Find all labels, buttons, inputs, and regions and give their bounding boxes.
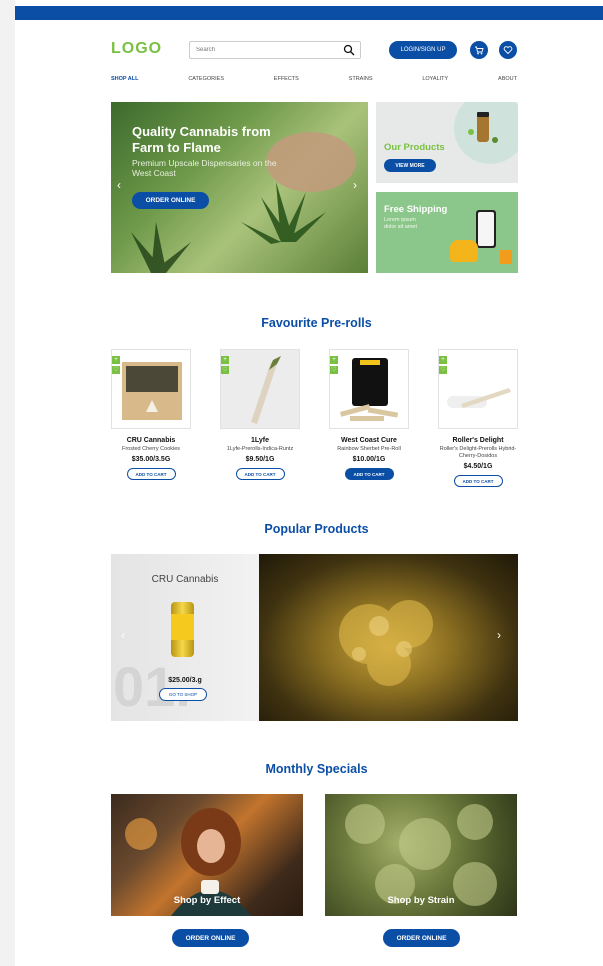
view-more-button[interactable]: VIEW MORE bbox=[384, 159, 436, 172]
add-plus-icon[interactable]: + bbox=[221, 356, 229, 364]
popular-product-brand: CRU Cannabis bbox=[151, 574, 219, 585]
hero-prev-arrow-icon[interactable]: ‹ bbox=[117, 178, 121, 192]
shop-by-strain-card[interactable]: Shop by Strain bbox=[325, 794, 517, 916]
nav-about[interactable]: ABOUT bbox=[498, 76, 517, 82]
nav-strains[interactable]: STRAINS bbox=[349, 76, 373, 82]
parcel-image bbox=[500, 250, 512, 264]
free-shipping-title: Free Shipping bbox=[384, 204, 448, 215]
add-to-cart-button[interactable]: ADD TO CART bbox=[235, 468, 285, 480]
hero-banner: Quality Cannabis from Farm to Flame Prem… bbox=[111, 102, 368, 273]
wishlist-heart-icon[interactable]: ♡ bbox=[221, 366, 229, 374]
free-shipping-promo[interactable]: Free Shipping Lorem ipsum dolor sit amet bbox=[376, 192, 518, 273]
our-products-title: Our Products bbox=[384, 142, 445, 153]
product-name[interactable]: 1Lyfe bbox=[220, 437, 300, 444]
main-nav: SHOP ALL CATEGORIES EFFECTS STRAINS LOYA… bbox=[111, 76, 517, 82]
heart-icon bbox=[503, 46, 513, 55]
strain-order-online-button[interactable]: ORDER ONLINE bbox=[383, 929, 460, 947]
popular-product-panel: 01. CRU Cannabis $25.00/3.g GO TO SHOP ‹ bbox=[111, 554, 259, 721]
product-card[interactable]: + ♡ Roller's Delight Roller's Delight-Pr… bbox=[438, 349, 518, 487]
product-price: $9.50/1G bbox=[245, 456, 275, 463]
product-name[interactable]: CRU Cannabis bbox=[111, 437, 191, 444]
popular-products-title: Popular Products bbox=[264, 522, 369, 536]
product-name[interactable]: West Coast Cure bbox=[329, 437, 409, 444]
product-card[interactable]: + ♡ 1Lyfe 1Lyfe-Prerolls-Indica-Runtz $9… bbox=[220, 349, 300, 480]
monthly-specials-title: Monthly Specials bbox=[265, 762, 368, 776]
add-plus-icon[interactable]: + bbox=[439, 356, 447, 364]
nav-categories[interactable]: CATEGORIES bbox=[188, 76, 224, 82]
product-image[interactable]: + ♡ bbox=[329, 349, 409, 429]
wishlist-heart-icon[interactable]: ♡ bbox=[112, 366, 120, 374]
preroll-joint-image bbox=[251, 356, 281, 424]
cart-icon bbox=[475, 46, 484, 55]
nav-effects[interactable]: EFFECTS bbox=[274, 76, 299, 82]
product-description: Frosted Cherry Cookies bbox=[121, 446, 181, 452]
our-products-promo[interactable]: Our Products VIEW MORE bbox=[376, 102, 518, 183]
shop-by-effect-card[interactable]: Shop by Effect bbox=[111, 794, 303, 916]
hero-title: Quality Cannabis from Farm to Flame bbox=[132, 124, 271, 155]
product-description: Rainbow Sherbet Pre-Roll bbox=[337, 446, 401, 452]
product-description: 1Lyfe-Prerolls-Indica-Runtz bbox=[226, 446, 294, 452]
nav-loyality[interactable]: LOYALITY bbox=[422, 76, 448, 82]
favourite-prerolls-title: Favourite Pre-rolls bbox=[261, 316, 372, 330]
product-price: $35.00/3.5G bbox=[131, 456, 171, 463]
product-image[interactable]: + ♡ bbox=[438, 349, 518, 429]
hero-subtitle: Premium Upscale Dispensaries on the West… bbox=[132, 158, 277, 178]
logo[interactable]: LOGO bbox=[111, 40, 162, 58]
popular-next-arrow-icon[interactable]: › bbox=[497, 628, 501, 642]
rollers-delight-joint-image bbox=[447, 388, 511, 408]
shop-by-strain-label[interactable]: Shop by Strain bbox=[325, 895, 517, 906]
wishlist-heart-icon[interactable]: ♡ bbox=[330, 366, 338, 374]
add-plus-icon[interactable]: + bbox=[330, 356, 338, 364]
effect-order-online-button[interactable]: ORDER ONLINE bbox=[172, 929, 249, 947]
add-to-cart-button[interactable]: ADD TO CART bbox=[126, 468, 176, 480]
product-card[interactable]: + ♡ CRU Cannabis Frosted Cherry Cookies … bbox=[111, 349, 191, 480]
popular-prev-arrow-icon[interactable]: ‹ bbox=[121, 628, 125, 642]
hero-next-arrow-icon[interactable]: › bbox=[353, 178, 357, 192]
product-image[interactable]: + ♡ bbox=[220, 349, 300, 429]
page: LOGO LOGIN/SIGN UP SHOP ALL CATEGORIES E… bbox=[15, 0, 603, 966]
cru-box-image bbox=[122, 362, 182, 420]
go-to-shop-button[interactable]: GO TO SHOP bbox=[159, 688, 207, 701]
top-bar bbox=[15, 6, 603, 20]
product-price: $4.50/1G bbox=[463, 463, 493, 470]
product-description: Roller's Delight-Prerolls Hybrid-Cherry-… bbox=[439, 446, 517, 459]
product-jar-image bbox=[468, 112, 498, 143]
cannabis-bud-image: › bbox=[259, 554, 518, 721]
slide-number: 01. bbox=[113, 655, 191, 718]
search-icon[interactable] bbox=[343, 44, 355, 56]
add-to-cart-button[interactable]: ADD TO CART bbox=[344, 468, 394, 480]
product-price: $10.00/1G bbox=[352, 456, 386, 463]
product-name[interactable]: Roller's Delight bbox=[438, 437, 518, 444]
add-plus-icon[interactable]: + bbox=[112, 356, 120, 364]
search-input[interactable] bbox=[196, 47, 336, 53]
bud-texture-image bbox=[339, 600, 433, 686]
login-signup-button[interactable]: LOGIN/SIGN UP bbox=[389, 41, 457, 59]
phone-image bbox=[476, 210, 496, 248]
shop-by-effect-label[interactable]: Shop by Effect bbox=[111, 895, 303, 906]
wishlist-heart-icon[interactable]: ♡ bbox=[439, 366, 447, 374]
cart-button[interactable] bbox=[470, 41, 488, 59]
search-bar[interactable] bbox=[189, 41, 361, 59]
hero-order-online-button[interactable]: ORDER ONLINE bbox=[132, 192, 209, 209]
wishlist-button[interactable] bbox=[499, 41, 517, 59]
scooter-image bbox=[450, 240, 478, 262]
free-shipping-text: Lorem ipsum dolor sit amet bbox=[384, 217, 418, 230]
product-image[interactable]: + ♡ bbox=[111, 349, 191, 429]
west-coast-cure-pack-image bbox=[339, 358, 399, 421]
product-card[interactable]: + ♡ West Coast Cure Rainbow Sherbet Pre-… bbox=[329, 349, 409, 480]
add-to-cart-button[interactable]: ADD TO CART bbox=[453, 475, 503, 487]
popular-product-price: $25.00/3.g bbox=[168, 677, 202, 684]
cru-can-image[interactable] bbox=[171, 602, 194, 657]
nav-shop-all[interactable]: SHOP ALL bbox=[111, 76, 139, 82]
